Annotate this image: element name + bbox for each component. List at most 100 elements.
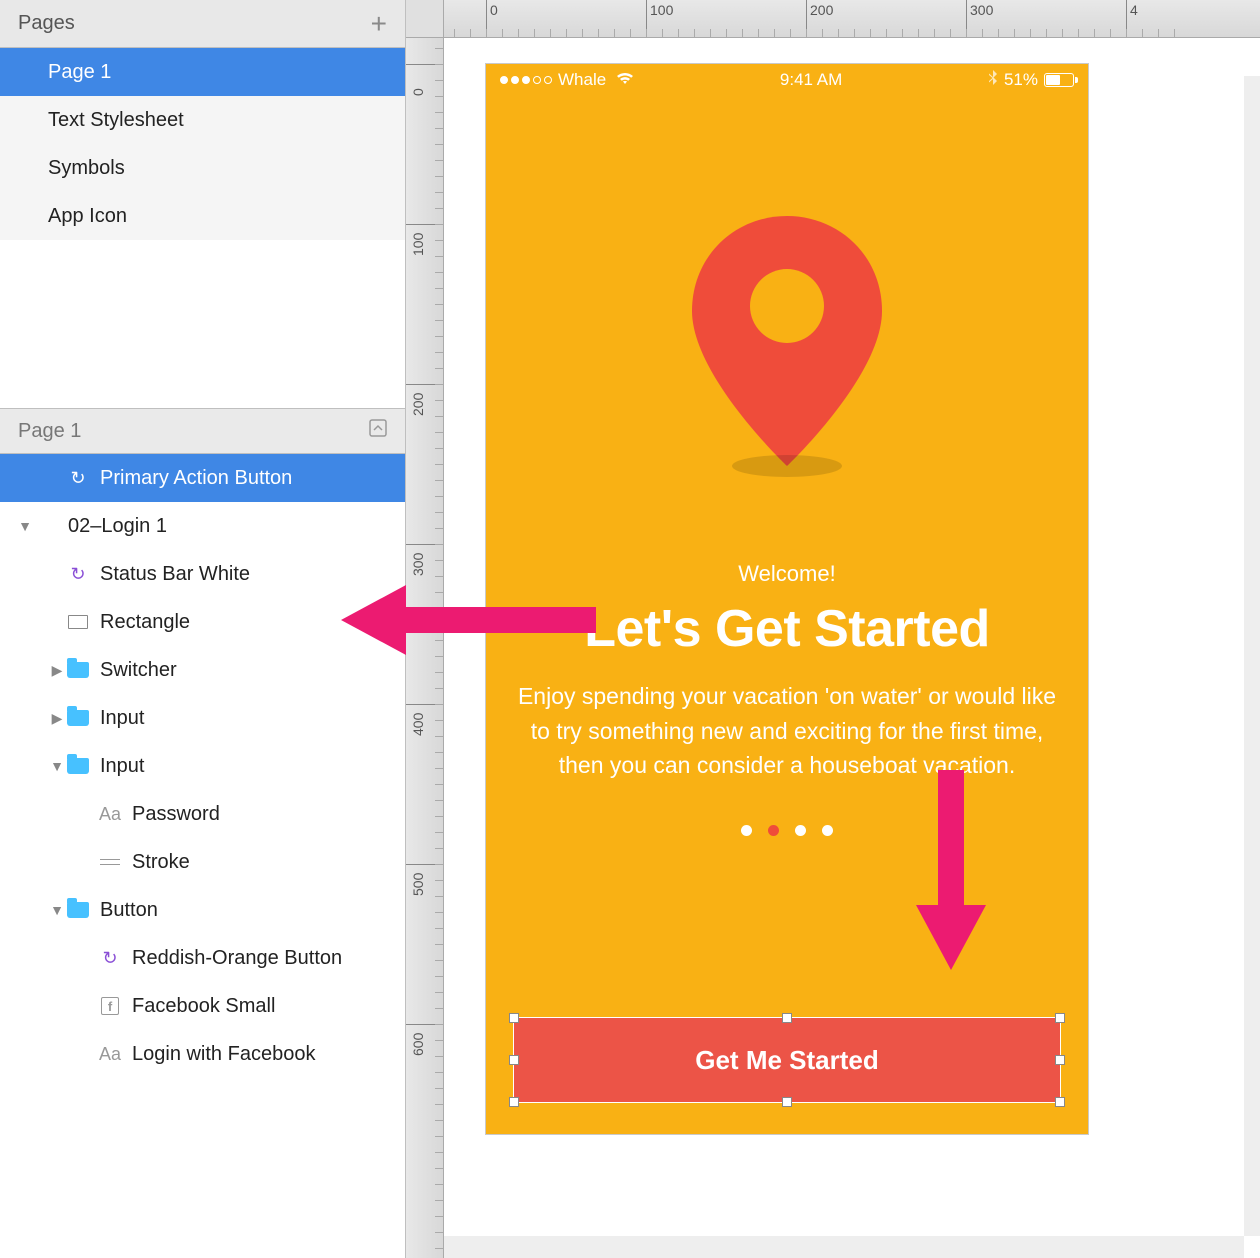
ruler-tick-label: 400 (410, 713, 426, 736)
layer-row[interactable]: ▼ Button (0, 886, 405, 934)
ruler-tick-label: 300 (970, 2, 993, 18)
layer-label: Login with Facebook (132, 1043, 315, 1066)
layer-row[interactable]: ▶ Input (0, 694, 405, 742)
map-pin-icon (692, 216, 882, 466)
collapse-icon[interactable] (369, 419, 387, 443)
annotation-arrow-down-icon (896, 760, 1006, 980)
page-item[interactable]: Symbols (0, 144, 405, 192)
layer-row[interactable]: f Facebook Small (0, 982, 405, 1030)
page-item[interactable]: Page 1 (0, 48, 405, 96)
wifi-icon (616, 70, 634, 90)
status-time: 9:41 AM (634, 70, 988, 90)
resize-handle[interactable] (782, 1097, 792, 1107)
ruler-tick-label: 100 (650, 2, 673, 18)
layer-label: Reddish-Orange Button (132, 947, 342, 970)
layer-label: Switcher (100, 659, 177, 682)
layer-row[interactable]: ▼ Input (0, 742, 405, 790)
layer-row[interactable]: ↻ Reddish-Orange Button (0, 934, 405, 982)
ruler-tick-label: 500 (410, 873, 426, 896)
layer-row[interactable]: ↻ Primary Action Button (0, 454, 405, 502)
hero-illustration (486, 216, 1088, 471)
layers-panel-header: Page 1 (0, 408, 405, 454)
carrier-label: Whale (558, 70, 606, 90)
ruler-corner (406, 0, 444, 38)
layer-row[interactable]: Aa Login with Facebook (0, 1030, 405, 1078)
pages-list: Page 1 Text Stylesheet Symbols App Icon (0, 48, 405, 240)
get-started-button[interactable]: Get Me Started (514, 1018, 1060, 1102)
layer-icon (66, 710, 90, 726)
page-item[interactable]: App Icon (0, 192, 405, 240)
layer-row[interactable]: Aa Password (0, 790, 405, 838)
layer-row[interactable]: ▼ 02–Login 1 (0, 502, 405, 550)
layer-label: Password (132, 803, 220, 826)
pager-dot[interactable] (741, 825, 752, 836)
status-left: Whale (500, 70, 634, 90)
bluetooth-icon (988, 70, 998, 91)
layer-icon: Aa (98, 804, 122, 825)
layer-icon: Aa (98, 1044, 122, 1065)
ruler-tick-label: 200 (810, 2, 833, 18)
resize-handle[interactable] (1055, 1097, 1065, 1107)
status-right: 51% (988, 70, 1074, 91)
page-item-label: App Icon (48, 205, 127, 228)
pages-panel-header: Pages + (0, 0, 405, 48)
layer-icon: ↻ (98, 948, 122, 969)
pager-dot-active[interactable] (768, 825, 779, 836)
resize-handle[interactable] (509, 1055, 519, 1065)
disclosure-triangle-icon[interactable]: ▶ (48, 710, 66, 727)
battery-icon (1044, 73, 1074, 87)
ruler-tick-label: 100 (410, 233, 426, 256)
layer-icon: ↻ (66, 468, 90, 489)
disclosure-triangle-icon[interactable]: ▶ (48, 662, 66, 679)
layer-icon (66, 615, 90, 629)
layer-label: Rectangle (100, 611, 190, 634)
page-item-label: Text Stylesheet (48, 109, 184, 132)
disclosure-triangle-icon[interactable]: ▼ (16, 518, 34, 534)
status-bar: Whale 9:41 AM 51% (486, 64, 1088, 96)
layer-row[interactable]: Stroke (0, 838, 405, 886)
layer-label: Primary Action Button (100, 467, 292, 490)
ruler-tick-label: 200 (410, 393, 426, 416)
page-item[interactable]: Text Stylesheet (0, 96, 405, 144)
layer-icon: ↻ (66, 564, 90, 585)
page-item-label: Page 1 (48, 61, 111, 84)
resize-handle[interactable] (1055, 1055, 1065, 1065)
add-page-icon[interactable]: + (371, 8, 387, 40)
resize-handle[interactable] (782, 1013, 792, 1023)
pager-dot[interactable] (822, 825, 833, 836)
resize-handle[interactable] (509, 1097, 519, 1107)
ruler-tick-label: 0 (490, 2, 498, 18)
layer-label: Stroke (132, 851, 190, 874)
layer-icon (66, 758, 90, 774)
layer-label: Status Bar White (100, 563, 250, 586)
pager-dot[interactable] (795, 825, 806, 836)
ruler-tick-label: 4 (1130, 2, 1138, 18)
signal-dots-icon (500, 76, 552, 84)
layer-label: Input (100, 707, 144, 730)
layer-icon (98, 859, 122, 865)
pin-shadow (732, 455, 842, 477)
layer-label: Facebook Small (132, 995, 275, 1018)
annotation-arrow-left-icon (336, 570, 606, 670)
disclosure-triangle-icon[interactable]: ▼ (48, 902, 66, 918)
horizontal-scrollbar[interactable] (444, 1236, 1244, 1258)
canvas-area: 0 100 200 300 4 0 100 200 300 400 500 600 Whale 9:… (406, 0, 1260, 1258)
cta-label: Get Me Started (695, 1045, 879, 1076)
horizontal-ruler[interactable]: 0 100 200 300 4 (444, 0, 1260, 38)
page-item-label: Symbols (48, 157, 125, 180)
battery-pct: 51% (1004, 70, 1038, 90)
layers-panel-title: Page 1 (18, 420, 81, 443)
resize-handle[interactable] (1055, 1013, 1065, 1023)
layer-label: Button (100, 899, 158, 922)
layer-label: Input (100, 755, 144, 778)
layer-icon: f (98, 997, 122, 1015)
vertical-scrollbar[interactable] (1244, 76, 1260, 1236)
ruler-tick-label: 0 (410, 88, 426, 96)
layer-icon (66, 902, 90, 918)
resize-handle[interactable] (509, 1013, 519, 1023)
layer-label: 02–Login 1 (68, 515, 167, 538)
ruler-tick-label: 600 (410, 1033, 426, 1056)
pages-panel-title: Pages (18, 12, 75, 35)
layer-icon (66, 662, 90, 678)
disclosure-triangle-icon[interactable]: ▼ (48, 758, 66, 774)
